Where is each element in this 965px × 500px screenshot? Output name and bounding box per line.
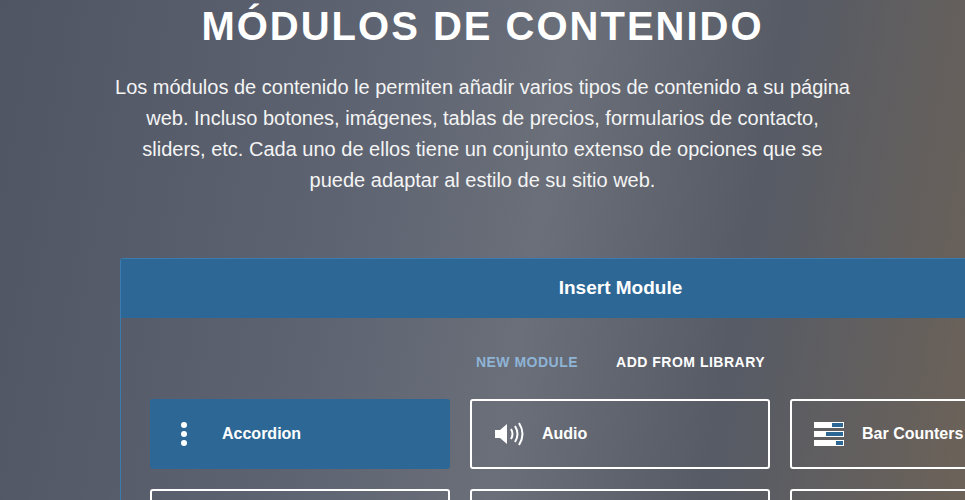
module-label: Audio	[542, 422, 587, 446]
speaker-icon	[492, 420, 526, 448]
module-button[interactable]	[790, 489, 965, 500]
page-description: Los módulos de contenido le permiten aña…	[113, 72, 853, 196]
bars-icon	[812, 420, 846, 448]
page: MÓDULOS DE CONTENIDO Los módulos de conte…	[0, 0, 965, 500]
module-button[interactable]	[150, 489, 450, 500]
page-heading: MÓDULOS DE CONTENIDO	[0, 0, 965, 48]
module-button[interactable]: Audio	[470, 399, 770, 469]
module-tab[interactable]: NEW MODULE	[476, 352, 578, 373]
module-tab[interactable]: ADD FROM LIBRARY	[616, 352, 765, 373]
module-button[interactable]: Accordion	[150, 399, 450, 469]
module-grid: Accordion Audio Bar Counters	[121, 399, 965, 500]
module-button[interactable]	[470, 489, 770, 500]
module-label: Bar Counters	[862, 422, 963, 446]
dots-icon	[172, 420, 206, 448]
module-tabs: NEW MODULE ADD FROM LIBRARY	[121, 318, 965, 399]
module-label: Accordion	[222, 422, 301, 446]
insert-module-panel: Insert Module NEW MODULE ADD FROM LIBRARY A…	[120, 258, 965, 500]
module-button[interactable]: Bar Counters	[790, 399, 965, 469]
panel-title: Insert Module	[121, 259, 965, 318]
